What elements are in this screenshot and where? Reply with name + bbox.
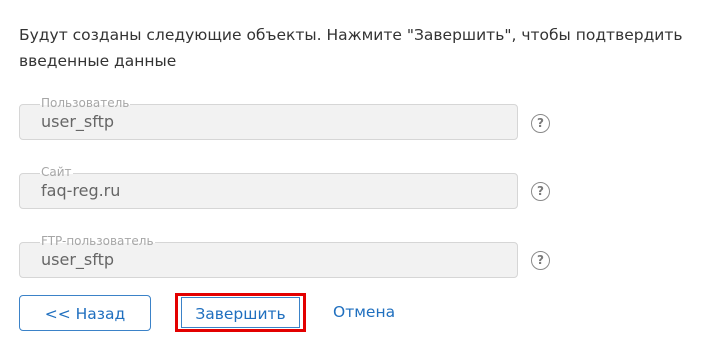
user-field-value: user_sftp	[41, 112, 115, 131]
ftp-user-field-value: user_sftp	[41, 250, 115, 269]
cancel-link[interactable]: Отмена	[333, 302, 395, 322]
site-field-label: Сайт	[40, 165, 73, 179]
question-circle-icon[interactable]: ?	[531, 182, 550, 201]
finish-button[interactable]: Завершить	[181, 297, 300, 328]
intro-text: Будут созданы следующие объекты. Нажмите…	[19, 26, 683, 70]
help-glyph: ?	[537, 116, 544, 130]
question-circle-icon[interactable]: ?	[531, 251, 550, 270]
help-glyph: ?	[537, 253, 544, 267]
user-field: Пользователь user_sftp	[19, 96, 518, 140]
question-circle-icon[interactable]: ?	[531, 114, 550, 133]
site-field: Сайт faq-reg.ru	[19, 165, 518, 209]
ftp-user-field: FTP-пользователь user_sftp	[19, 234, 518, 278]
user-field-label: Пользователь	[40, 96, 131, 110]
site-field-value: faq-reg.ru	[41, 181, 121, 200]
back-button[interactable]: << Назад	[19, 295, 151, 331]
help-glyph: ?	[537, 184, 544, 198]
ftp-user-field-label: FTP-пользователь	[40, 234, 155, 248]
